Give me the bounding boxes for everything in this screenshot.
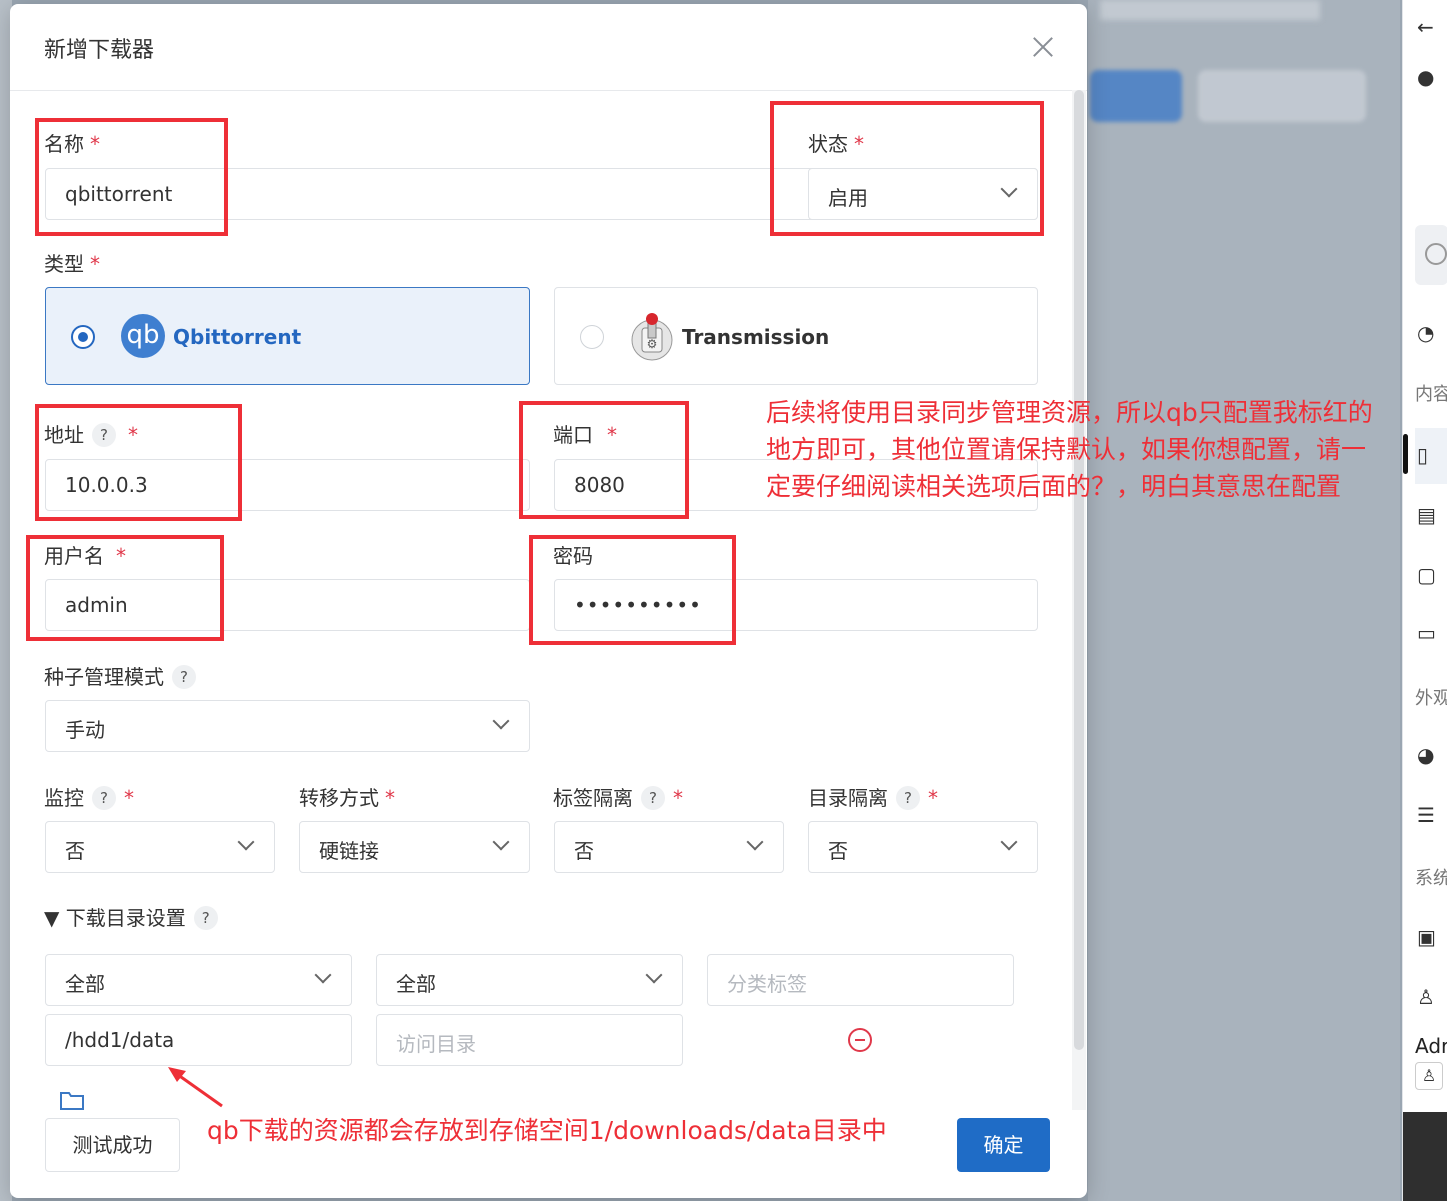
dir-isolation-select[interactable]: 否 [808, 821, 1038, 873]
side-panel: ← ● ◔ 内容 ▯ ▤ ▢ ▭ 外观 ◕ ☰ 系统 ▣ ♙ Adr ♙ [1402, 0, 1447, 1201]
side-section-label: 内容 [1415, 384, 1447, 405]
scrollbar-thumb[interactable] [1074, 90, 1084, 1050]
download-dir-select-1[interactable]: 全部 [45, 954, 352, 1006]
qbittorrent-logo-icon: qb [121, 314, 165, 358]
radio-selected[interactable] [71, 325, 95, 349]
annotation-note: 后续将使用目录同步管理资源，所以qb只配置我标红的 地方即可，其他位置请保持默认… [766, 398, 1373, 501]
transmission-logo-icon: ⚙ [631, 313, 673, 361]
filter-icon[interactable]: ☰ [1417, 802, 1443, 828]
download-path-input[interactable]: /hdd1/data [45, 1014, 352, 1066]
plugin-icon[interactable]: ▣ [1417, 924, 1443, 950]
dialog-header: 新增下载器 [10, 4, 1087, 91]
category-tag-input[interactable]: 分类标签 [707, 954, 1014, 1006]
side-section-label: 系统 [1415, 868, 1447, 889]
torrent-mode-select[interactable]: 手动 [45, 700, 530, 752]
user-icon[interactable]: ♙ [1415, 1062, 1443, 1090]
test-connection-button[interactable]: 测试成功 [45, 1118, 180, 1172]
torrent-mode-label: 种子管理模式? [44, 661, 196, 690]
highlight-box-status [770, 101, 1044, 236]
type-option-label: Qbittorrent [173, 325, 302, 349]
side-search[interactable] [1415, 225, 1447, 285]
users-icon[interactable]: ♙ [1417, 984, 1443, 1010]
confirm-button[interactable]: 确定 [957, 1118, 1050, 1172]
search-icon [1425, 243, 1447, 265]
tag-isolation-label: 标签隔离? * [553, 786, 683, 810]
type-option-label: Transmission [682, 325, 830, 349]
chevron-down-icon [314, 966, 332, 984]
chevron-down-icon [492, 712, 510, 730]
annotation-path-note: qb下载的资源都会存放到存储空间1/downloads/data目录中 [207, 1116, 887, 1145]
list-icon[interactable]: ▤ [1417, 502, 1443, 528]
download-dir-toggle[interactable]: ▼ 下载目录设置? [44, 902, 218, 931]
background-page [1088, 0, 1400, 1201]
help-icon[interactable]: ? [641, 786, 665, 810]
type-option-transmission[interactable]: ⚙ Transmission [554, 287, 1038, 385]
download-dir-select-2[interactable]: 全部 [376, 954, 683, 1006]
monitor-label: 监控? * [44, 786, 134, 810]
chevron-down-icon [492, 833, 510, 851]
help-icon[interactable]: ? [193, 906, 218, 930]
chevron-down-icon [746, 833, 764, 851]
folder-add-icon[interactable] [60, 1090, 84, 1110]
dashboard-icon[interactable]: ◔ [1417, 320, 1443, 346]
user-name: Adr [1415, 1034, 1447, 1058]
bot-icon[interactable]: ▢ [1417, 562, 1443, 588]
svg-text:⚙: ⚙ [647, 337, 658, 351]
transfer-label: 转移方式 * [299, 786, 395, 810]
dialog-title: 新增下载器 [44, 38, 155, 63]
dir-isolation-label: 目录隔离? * [808, 786, 938, 810]
active-indicator [1403, 434, 1408, 474]
palette-icon[interactable]: ◕ [1417, 742, 1443, 768]
highlight-box-password [529, 535, 736, 645]
background-blur [1100, 0, 1320, 20]
avatar-icon[interactable]: ● [1417, 64, 1443, 90]
chevron-down-icon [237, 833, 255, 851]
tag-isolation-select[interactable]: 否 [554, 821, 784, 873]
layout-icon[interactable]: ▯ [1417, 442, 1443, 468]
monitor-select[interactable]: 否 [45, 821, 275, 873]
background-secondary-button [1198, 70, 1366, 122]
highlight-box-username [26, 535, 224, 641]
transfer-select[interactable]: 硬链接 [299, 821, 530, 873]
folder-icon[interactable]: ▭ [1417, 620, 1443, 646]
help-icon[interactable]: ? [92, 786, 116, 810]
chevron-down-icon [645, 966, 663, 984]
annotation-arrow-icon [168, 1067, 223, 1108]
close-icon[interactable] [1030, 34, 1056, 60]
background-primary-button [1090, 70, 1182, 122]
type-option-qbittorrent[interactable]: qb Qbittorrent [45, 287, 530, 385]
back-arrow-icon[interactable]: ← [1417, 14, 1443, 40]
chevron-down-icon [1000, 833, 1018, 851]
highlight-box-name [35, 118, 228, 236]
highlight-box-address [35, 404, 242, 521]
remove-row-icon[interactable] [848, 1028, 872, 1052]
help-icon[interactable]: ? [172, 665, 196, 689]
wallpaper-thumbnail [1403, 1112, 1447, 1201]
access-dir-input[interactable]: 访问目录 [376, 1014, 683, 1066]
highlight-box-port [519, 401, 689, 519]
radio-unselected[interactable] [580, 325, 604, 349]
help-icon[interactable]: ? [896, 786, 920, 810]
side-section-label: 外观 [1415, 688, 1447, 709]
type-label: 类型 * [44, 252, 100, 276]
